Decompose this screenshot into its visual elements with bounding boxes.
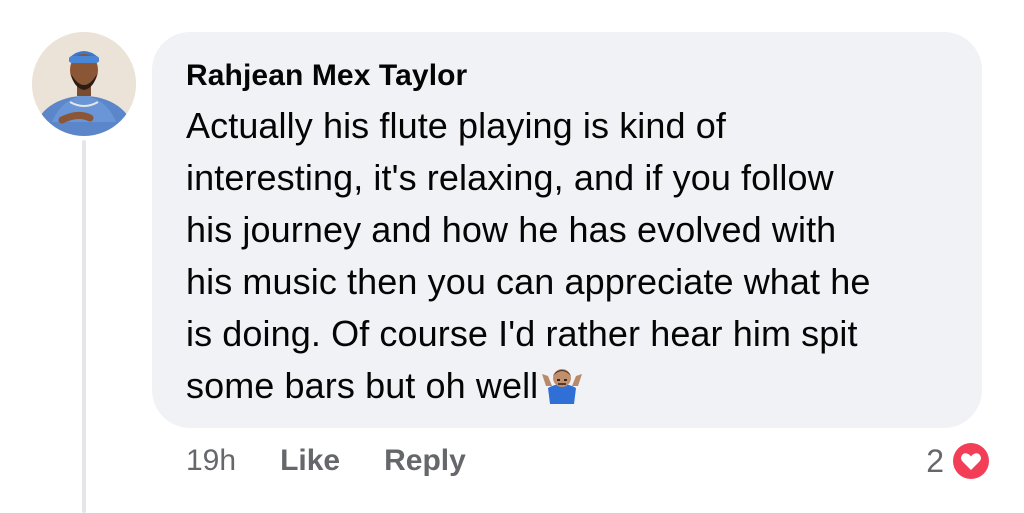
avatar-image [32,32,136,136]
comment-body: Actually his flute playing is kind of in… [186,100,966,418]
reply-button[interactable]: Reply [384,444,466,478]
avatar[interactable] [32,32,136,136]
comment-last-line: some bars but oh well [186,360,966,418]
reaction-count: 2 [926,442,944,479]
comment-actions: 19h Like Reply [186,436,466,486]
comment-line: his music then you can appreciate what h… [186,261,871,302]
comment-line: his journey and how he has evolved with [186,209,837,250]
comment-line: is doing. Of course I'd rather hear him … [186,313,858,354]
heart-reaction-icon [948,438,994,484]
comment-thread: Rahjean Mex Taylor Actually his flute pl… [0,0,1024,513]
person-shrugging-emoji-icon [540,364,584,418]
like-button[interactable]: Like [280,444,340,478]
comment-line: some bars but oh well [186,365,539,406]
comment-bubble: Rahjean Mex Taylor Actually his flute pl… [152,32,982,428]
comment-author-name[interactable]: Rahjean Mex Taylor [186,58,948,94]
thread-connector-line [82,140,86,513]
comment-line: Actually his flute playing is kind of [186,105,726,146]
reaction-summary[interactable]: 2 [926,436,994,486]
comment-line: interesting, it's relaxing, and if you f… [186,157,834,198]
comment-timestamp[interactable]: 19h [186,444,236,478]
